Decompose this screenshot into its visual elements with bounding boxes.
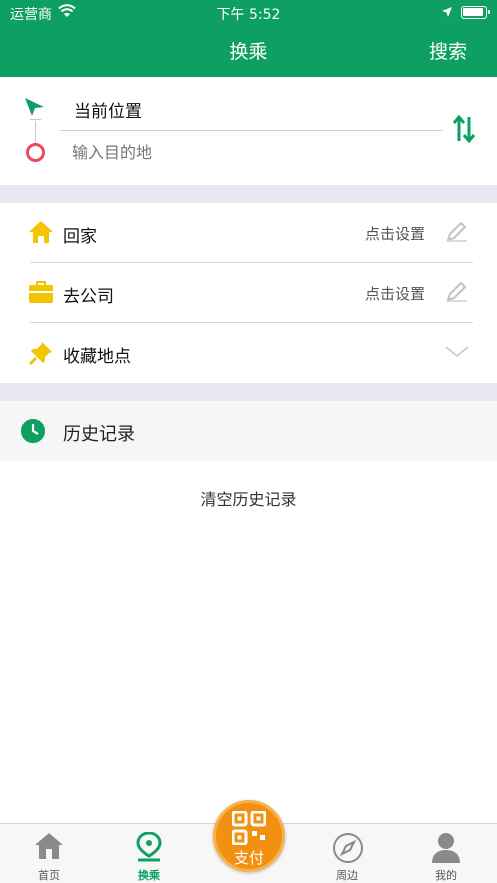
user-icon [432, 833, 460, 863]
origin-field[interactable]: 当前位置 [74, 97, 142, 122]
home-icon [29, 221, 53, 243]
tab-mine[interactable]: 我的 [411, 824, 481, 883]
status-time: 下午 5:52 [216, 7, 281, 23]
section-gap [0, 185, 497, 203]
nav-bar: 换乘 搜索 [0, 26, 497, 77]
company-label: 去公司 [63, 287, 114, 307]
status-bar: 运营商 下午 5:52 [0, 0, 497, 26]
route-connector-tick [30, 119, 41, 120]
pay-label: 支付 [233, 849, 264, 867]
start-arrow-icon [25, 98, 44, 116]
home-set-label[interactable]: 点击设置 [365, 223, 425, 244]
favorites-label: 收藏地点 [63, 347, 131, 367]
swap-icon[interactable] [452, 115, 476, 143]
tab-label: 首页 [38, 869, 60, 882]
clear-history-button[interactable]: 清空历史记录 [0, 486, 497, 510]
pay-button[interactable]: 支付 [213, 800, 285, 872]
favorites-row[interactable]: 收藏地点 [0, 323, 497, 383]
tab-label: 我的 [435, 869, 457, 882]
page-title: 换乘 [229, 41, 268, 63]
tab-nearby[interactable]: 周边 [312, 824, 382, 883]
history-title: 历史记录 [63, 424, 135, 445]
qr-code-icon [232, 811, 266, 845]
tab-label: 换乘 [138, 869, 160, 882]
route-input-card: 当前位置 [0, 77, 497, 185]
briefcase-icon [29, 281, 53, 303]
battery-icon [461, 6, 490, 19]
route-connector-line [35, 121, 36, 145]
home-row[interactable]: 回家 点击设置 [0, 203, 497, 263]
edit-pencil-icon[interactable] [445, 279, 469, 303]
company-row[interactable]: 去公司 点击设置 [0, 263, 497, 323]
transfer-tab-icon [136, 832, 162, 862]
pin-icon [28, 342, 52, 366]
location-arrow-icon [442, 7, 452, 17]
destination-input[interactable] [72, 143, 432, 162]
tab-transfer[interactable]: 换乘 [114, 824, 184, 883]
route-divider [60, 130, 443, 131]
company-set-label[interactable]: 点击设置 [365, 283, 425, 304]
search-button[interactable]: 搜索 [429, 37, 467, 64]
home-label: 回家 [63, 227, 97, 247]
section-gap [0, 383, 497, 401]
clock-icon [21, 419, 45, 443]
compass-icon [333, 833, 363, 863]
edit-pencil-icon[interactable] [445, 219, 469, 243]
home-tab-icon [35, 833, 63, 859]
history-header: 历史记录 [0, 401, 497, 461]
end-marker-icon [26, 143, 45, 162]
chevron-down-icon[interactable] [445, 345, 469, 359]
tab-label: 周边 [336, 869, 358, 882]
tab-home[interactable]: 首页 [14, 824, 84, 883]
saved-places-list: 回家 点击设置 去公司 点击设置 收藏地点 [0, 203, 497, 383]
